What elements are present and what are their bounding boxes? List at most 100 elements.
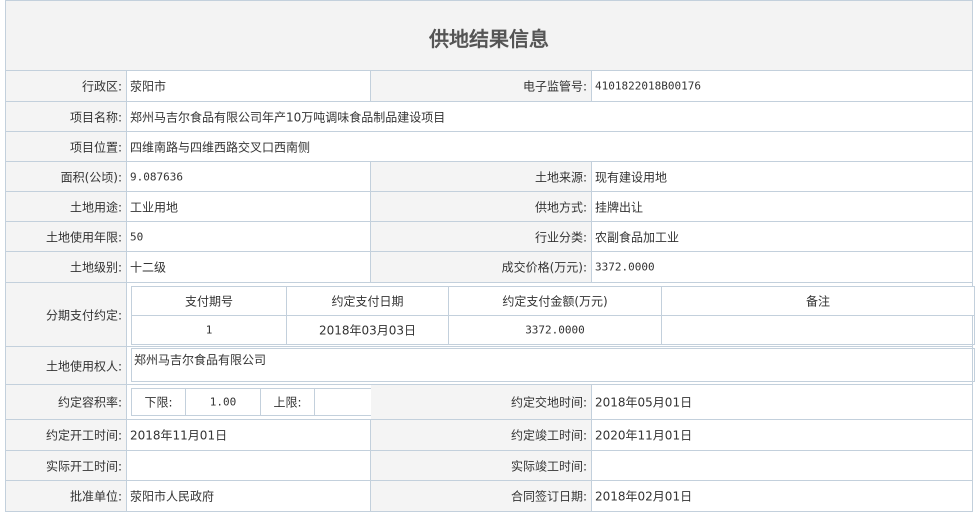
row-land-user: 土地使用权人: 郑州马吉尔食品有限公司 xyxy=(6,347,975,385)
use-years-value-cell: 50 xyxy=(127,222,371,251)
row-land-use: 土地用途: 工业用地 供地方式: 挂牌出让 xyxy=(6,192,972,222)
land-source-value: 现有建设用地 xyxy=(595,170,668,184)
contract-date-value-cell: 2018年02月01日 xyxy=(592,481,972,511)
delivery-date-value: 2018年05月01日 xyxy=(595,395,693,410)
land-user-value: 郑州马吉尔食品有限公司 xyxy=(134,353,267,367)
far-label: 约定容积率: xyxy=(57,395,122,410)
region-value: 荥阳市 xyxy=(130,79,167,94)
installment-cell-date: 2018年03月03日 xyxy=(287,316,449,344)
area-label-cell: 面积(公顷): xyxy=(6,162,127,191)
land-grade-value: 十二级 xyxy=(130,260,167,275)
supply-method-label-cell: 供地方式: xyxy=(371,192,592,221)
delivery-date-label-cell: 约定交地时间: xyxy=(371,385,592,419)
supervision-no-value-cell: 4101822018B00176 xyxy=(592,71,972,101)
far-box: 下限: 1.00 上限: xyxy=(131,388,375,416)
region-value-cell: 荥阳市 xyxy=(127,71,371,101)
use-years-label: 土地使用年限: xyxy=(45,230,122,244)
actual-completion-label: 实际竣工时间: xyxy=(510,459,587,473)
use-years-value: 50 xyxy=(130,230,144,243)
actual-start-label-cell: 实际开工时间: xyxy=(6,451,127,480)
land-grade-value-cell: 十二级 xyxy=(127,252,371,282)
completion-date-value-cell: 2020年11月01日 xyxy=(592,420,972,450)
row-project-location: 项目位置: 四维南路与四维西路交叉口西南侧 xyxy=(6,132,972,162)
project-location-value: 四维南路与四维西路交叉口西南侧 xyxy=(130,140,311,154)
approval-unit-label: 批准单位: xyxy=(69,489,122,504)
row-far: 约定容积率: 下限: 1.00 上限: 约定交地时间: 2018年05月01日 xyxy=(6,385,972,420)
supply-method-value: 挂牌出让 xyxy=(595,200,644,214)
industry-value-cell: 农副食品加工业 xyxy=(592,222,972,251)
start-date-label-cell: 约定开工时间: xyxy=(6,420,127,450)
supervision-no-label: 电子监管号: xyxy=(522,79,587,94)
far-lower-label-cell: 下限: xyxy=(132,389,186,415)
land-use-value-cell: 工业用地 xyxy=(127,192,371,221)
page-title: 供地结果信息 xyxy=(429,27,549,51)
completion-date-label-cell: 约定竣工时间: xyxy=(371,420,592,450)
land-user-value-box: 郑州马吉尔食品有限公司 xyxy=(131,348,975,382)
start-date-label: 约定开工时间: xyxy=(45,428,122,443)
land-grade-label-cell: 土地级别: xyxy=(6,252,127,282)
title-bar: 供地结果信息 xyxy=(6,1,972,71)
land-source-label: 土地来源: xyxy=(534,170,587,184)
row-region: 行政区: 荥阳市 电子监管号: 4101822018B00176 xyxy=(6,71,972,102)
delivery-date-label: 约定交地时间: xyxy=(510,395,587,410)
supervision-no-label-cell: 电子监管号: xyxy=(371,71,592,101)
row-approval-unit: 批准单位: 荥阳市人民政府 合同签订日期: 2018年02月01日 xyxy=(6,481,972,511)
installment-cell-remark xyxy=(662,316,974,344)
installment-table: 支付期号 约定支付日期 约定支付金额(万元) 备注 1 2018年03月03日 … xyxy=(131,286,975,345)
completion-date-value: 2020年11月01日 xyxy=(595,428,693,443)
row-installment: 分期支付约定: 支付期号 约定支付日期 约定支付金额(万元) 备注 1 2018… xyxy=(6,283,975,347)
actual-completion-label-cell: 实际竣工时间: xyxy=(371,451,592,480)
approval-unit-value: 荥阳市人民政府 xyxy=(130,489,215,504)
result-info-table: 供地结果信息 行政区: 荥阳市 电子监管号: 4101822018B00176 … xyxy=(5,0,975,512)
project-location-label: 项目位置: xyxy=(69,140,122,154)
project-name-value: 郑州马吉尔食品有限公司年产10万吨调味食品制品建设项目 xyxy=(130,110,446,124)
project-name-value-cell: 郑州马吉尔食品有限公司年产10万吨调味食品制品建设项目 xyxy=(127,102,972,131)
far-label-cell: 约定容积率: xyxy=(6,385,127,419)
start-date-value: 2018年11月01日 xyxy=(130,428,228,443)
completion-date-label: 约定竣工时间: xyxy=(510,428,587,443)
region-label-cell: 行政区: xyxy=(6,71,127,101)
installment-header-date: 约定支付日期 xyxy=(287,287,449,316)
project-location-value-cell: 四维南路与四维西路交叉口西南侧 xyxy=(127,132,972,161)
far-upper-value-cell xyxy=(315,389,374,415)
row-area: 面积(公顷): 9.087636 土地来源: 现有建设用地 xyxy=(6,162,972,192)
area-value-cell: 9.087636 xyxy=(127,162,371,191)
contract-date-value: 2018年02月01日 xyxy=(595,489,693,504)
price-value-cell: 3372.0000 xyxy=(592,252,972,282)
land-use-value: 工业用地 xyxy=(130,200,179,214)
far-lower-label: 下限: xyxy=(144,395,173,410)
row-start-date: 约定开工时间: 2018年11月01日 约定竣工时间: 2020年11月01日 xyxy=(6,420,972,451)
row-actual-start: 实际开工时间: 实际竣工时间: xyxy=(6,451,972,481)
industry-label: 行业分类: xyxy=(534,230,587,244)
price-label: 成交价格(万元): xyxy=(501,260,587,275)
supply-method-value-cell: 挂牌出让 xyxy=(592,192,972,221)
far-lower-value-cell: 1.00 xyxy=(186,389,261,415)
far-upper-label: 上限: xyxy=(273,395,302,410)
price-value: 3372.0000 xyxy=(595,260,655,274)
approval-unit-value-cell: 荥阳市人民政府 xyxy=(127,481,371,511)
land-use-label: 土地用途: xyxy=(69,200,122,214)
use-years-label-cell: 土地使用年限: xyxy=(6,222,127,251)
land-source-label-cell: 土地来源: xyxy=(371,162,592,191)
land-user-label: 土地使用权人: xyxy=(45,359,122,373)
installment-label-cell: 分期支付约定: xyxy=(6,283,127,346)
region-label: 行政区: xyxy=(81,79,122,94)
project-name-label-cell: 项目名称: xyxy=(6,102,127,131)
installment-header-period: 支付期号 xyxy=(132,287,287,316)
installment-label: 分期支付约定: xyxy=(45,308,122,322)
approval-unit-label-cell: 批准单位: xyxy=(6,481,127,511)
land-grade-label: 土地级别: xyxy=(69,260,122,275)
land-use-label-cell: 土地用途: xyxy=(6,192,127,221)
project-location-label-cell: 项目位置: xyxy=(6,132,127,161)
delivery-date-value-cell: 2018年05月01日 xyxy=(592,385,972,419)
contract-date-label: 合同签订日期: xyxy=(510,489,587,504)
far-upper-label-cell: 上限: xyxy=(261,389,315,415)
contract-date-label-cell: 合同签订日期: xyxy=(371,481,592,511)
industry-label-cell: 行业分类: xyxy=(371,222,592,251)
row-use-years: 土地使用年限: 50 行业分类: 农副食品加工业 xyxy=(6,222,972,252)
installment-cell-amount: 3372.0000 xyxy=(449,316,662,344)
actual-start-value-cell xyxy=(127,451,371,480)
industry-value: 农副食品加工业 xyxy=(595,230,680,244)
project-name-label: 项目名称: xyxy=(69,110,122,124)
price-label-cell: 成交价格(万元): xyxy=(371,252,592,282)
